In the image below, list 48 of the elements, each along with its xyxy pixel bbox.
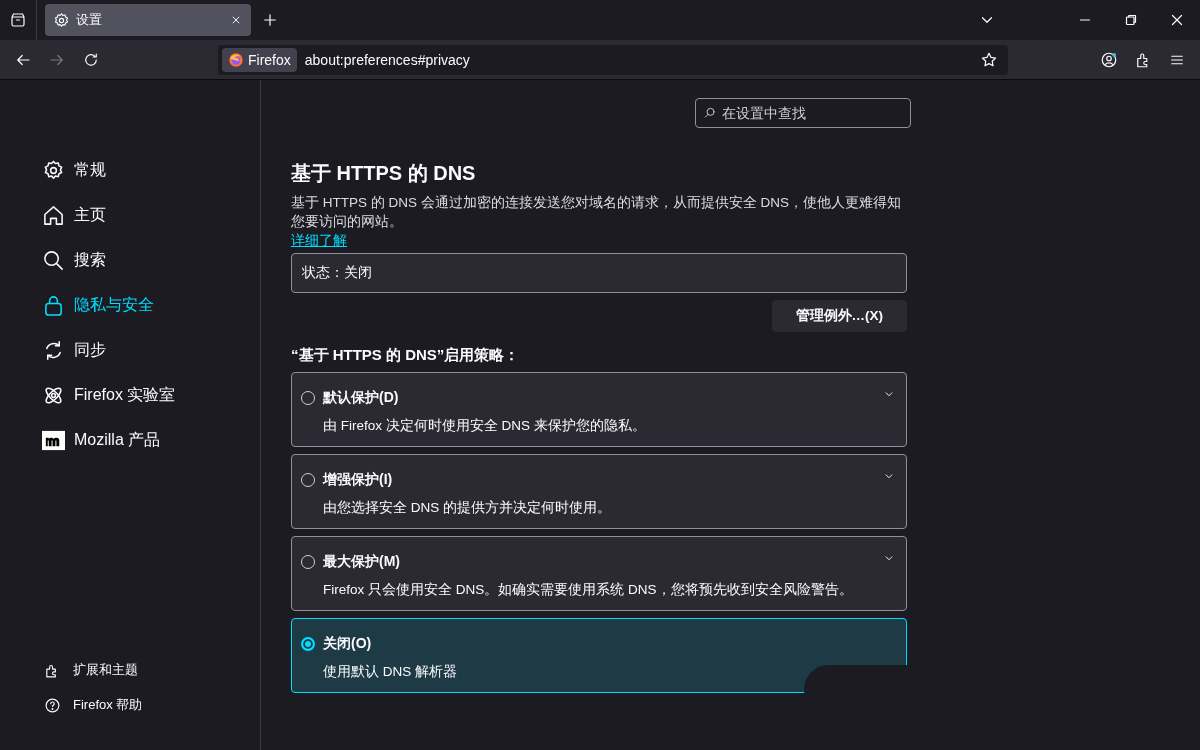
option-description: 由您选择安全 DNS 的提供方并决定何时使用。 — [323, 499, 612, 517]
tab-title: 设置 — [76, 11, 103, 29]
option-card[interactable]: 最大保护(M) Firefox 只会使用安全 DNS。如确实需要使用系统 DNS，您将预先收到安全风险警告。 — [291, 536, 907, 611]
sidebar-link[interactable]: Firefox 帮助 — [44, 694, 260, 716]
reload-icon[interactable] — [82, 50, 100, 69]
sidebar-item[interactable]: 常规 — [42, 154, 232, 186]
account-icon[interactable] — [1100, 50, 1118, 69]
sidebar-item[interactable]: 同步 — [42, 334, 232, 366]
option-description: 由 Firefox 决定何时使用安全 DNS 来保护您的隐私。 — [323, 417, 647, 435]
tab-list-icon[interactable] — [9, 11, 27, 29]
identity-badge[interactable]: Firefox — [222, 47, 297, 72]
policy-heading: “基于 HTTPS 的 DNS”启用策略： — [291, 346, 521, 364]
description-text: 基于 HTTPS 的 DNS 会通过加密的连接发送您对域名的请求，从而提供安全 DNS，使他人更难得知您要访问的网站。 — [291, 194, 902, 231]
sidebar-item[interactable]: 隐私与安全 — [42, 289, 232, 321]
home-icon — [42, 203, 65, 227]
option-label: 最大保护(M) — [323, 553, 400, 571]
sidebar-item[interactable]: Mozilla 产品 — [42, 424, 232, 456]
sidebar-link[interactable]: 扩展和主题 — [44, 659, 260, 681]
new-tab-icon[interactable] — [261, 11, 279, 29]
section-title: 基于 HTTPS 的 DNS — [291, 161, 477, 185]
option-card[interactable]: 增强保护(I) 由您选择安全 DNS 的提供方并决定何时使用。 — [291, 454, 907, 529]
learn-more-link[interactable]: 详细了解 — [291, 232, 347, 250]
gear-icon — [53, 11, 70, 29]
address-bar[interactable]: Firefox about:preferences#privacy — [218, 44, 1008, 75]
option-label: 关闭(O) — [323, 635, 372, 653]
option-card[interactable]: 关闭(O) 使用默认 DNS 解析器 — [291, 618, 907, 693]
url-text: about:preferences#privacy — [304, 51, 471, 68]
sidebar-item[interactable]: 搜索 — [42, 244, 232, 276]
search-icon — [703, 106, 717, 120]
lock-icon — [42, 293, 65, 317]
option-label: 增强保护(I) — [323, 471, 393, 489]
browser-tab[interactable]: 设置 — [45, 4, 251, 36]
search-field[interactable]: 在设置中查找 — [695, 98, 911, 128]
sidebar-item[interactable]: Firefox 实验室 — [42, 379, 232, 411]
option-description: Firefox 只会使用安全 DNS。如确实需要使用系统 DNS，您将预先收到安全风险警告。 — [323, 581, 854, 599]
radio-button[interactable] — [301, 637, 315, 651]
option-card[interactable]: 默认保护(D) 由 Firefox 决定何时使用安全 DNS 来保护您的隐私。 — [291, 372, 907, 447]
option-description: 使用默认 DNS 解析器 — [323, 663, 458, 681]
option-label: 默认保护(D) — [323, 389, 399, 407]
m-logo-icon — [42, 428, 65, 452]
gear-icon — [42, 158, 65, 182]
search-icon — [42, 248, 65, 272]
manage-exceptions-button[interactable]: 管理例外…(X) — [771, 300, 907, 332]
help-icon — [44, 696, 61, 714]
star-icon[interactable] — [980, 50, 998, 69]
browser-logo-icon — [228, 51, 244, 68]
status-field: 状态：关闭 — [291, 253, 907, 293]
sidebar-item[interactable]: 主页 — [42, 199, 232, 231]
